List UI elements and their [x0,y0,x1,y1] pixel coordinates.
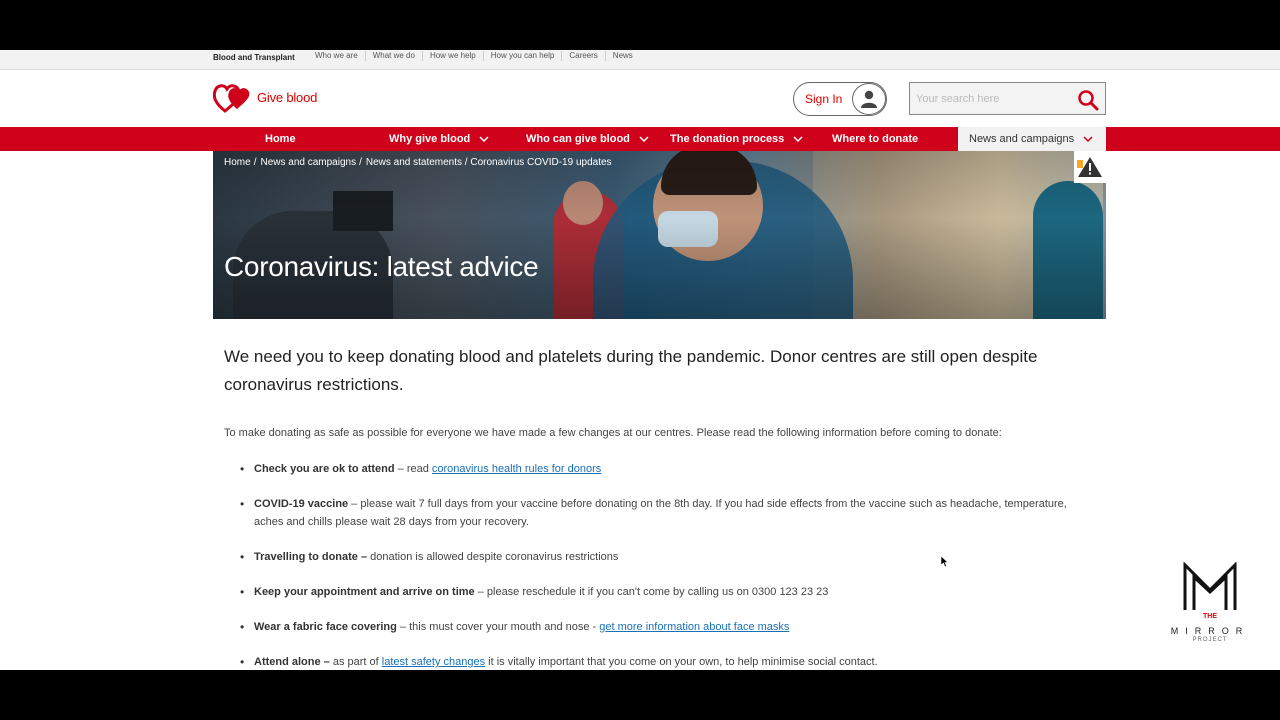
chevron-down-icon [639,136,649,142]
topbar-link-who-we-are[interactable]: Who we are [308,51,365,61]
point-title: COVID-19 vaccine [254,498,349,510]
search-icon[interactable] [1077,89,1099,116]
page-title: Coronavirus: latest advice [224,251,539,282]
mouse-cursor-icon [941,556,949,568]
nav-news-and-campaigns-label: News and campaigns [969,133,1075,145]
nav-home-label: Home [265,133,296,145]
intro-paragraph: To make donating as safe as possible for… [224,427,1002,439]
nav-donation-process[interactable]: The donation process [670,127,803,151]
list-item: Check you are ok to attend – read corona… [240,460,1080,478]
browser-viewport: Blood and Transplant Who we are What we … [0,50,1280,670]
safety-points-list: Check you are ok to attend – read corona… [240,460,1080,670]
chevron-down-icon [1083,136,1093,142]
topbar-brand[interactable]: Blood and Transplant [213,53,295,62]
topbar-link-what-we-do[interactable]: What we do [364,51,422,61]
topbar-link-how-you-can-help[interactable]: How you can help [482,51,562,61]
point-title: Wear a fabric face covering [254,621,397,633]
topbar-link-how-we-help[interactable]: How we help [421,51,483,61]
chevron-down-icon [479,136,489,142]
topbar-links: Who we are What we do How we help How yo… [308,50,640,61]
breadcrumb-home[interactable]: Home [224,157,251,168]
nav-donation-process-label: The donation process [670,133,785,145]
chevron-down-icon [793,136,803,142]
nav-who-can-give-blood[interactable]: Who can give blood [526,127,649,151]
watermark-the: THE [1203,613,1217,620]
sign-in-button[interactable]: Sign In [793,82,887,116]
search-input[interactable] [910,83,1070,114]
nav-why-give-blood[interactable]: Why give blood [389,127,489,151]
nav-where-to-donate[interactable]: Where to donate [832,127,918,151]
main-nav: Home Why give blood Who can give blood T… [0,127,1280,151]
give-blood-logo[interactable]: Give blood [213,81,317,113]
breadcrumb: Home / News and campaigns / News and state… [224,156,612,168]
breadcrumb-current: News and statements / Coronavirus COVID-… [365,156,612,168]
list-item: Travelling to donate – donation is allow… [240,548,1080,566]
safety-changes-link[interactable]: latest safety changes [382,656,485,668]
hero-image-shade [213,151,1106,319]
face-masks-link[interactable]: get more information about face masks [599,621,789,633]
health-rules-link[interactable]: coronavirus health rules for donors [432,463,601,475]
nav-news-and-campaigns[interactable]: News and campaigns [958,127,1106,151]
topbar-link-careers[interactable]: Careers [561,51,604,61]
list-item: Wear a fabric face covering – this must … [240,618,1080,636]
list-item: Attend alone – as part of latest safety … [240,653,1080,670]
mirror-project-watermark: THE MIRROR PROJECT [1162,562,1258,648]
hearts-logo-icon [213,84,250,113]
breadcrumb-news-and-campaigns[interactable]: News and campaigns [260,157,356,168]
alert-icon[interactable] [1074,151,1106,183]
nav-where-to-donate-label: Where to donate [832,133,919,145]
point-title: Travelling to donate – [254,551,368,563]
nav-home[interactable]: Home [265,127,296,151]
watermark-mirror: MIRROR [1170,626,1250,636]
list-item: Keep your appointment and arrive on time… [240,583,1080,601]
search-box [909,82,1106,115]
point-title: Attend alone – [254,656,330,668]
topbar-link-news[interactable]: News [604,51,640,61]
watermark-project: PROJECT [1192,637,1228,643]
nav-who-can-give-blood-label: Who can give blood [526,133,630,145]
logo-text: Give blood [257,89,318,105]
lead-paragraph: We need you to keep donating blood and p… [224,347,1038,394]
site-header: Give blood Sign In [0,71,1280,127]
point-title: Keep your appointment and arrive on time [254,586,475,598]
user-icon [852,83,886,115]
nav-why-give-blood-label: Why give blood [389,133,471,145]
mirror-logo-icon [1183,562,1237,610]
sign-in-label: Sign In [805,92,843,106]
corporate-topbar: Blood and Transplant Who we are What we … [0,50,1280,70]
hero-banner: Home / News and campaigns / News and state… [213,151,1106,319]
list-item: COVID-19 vaccine – please wait 7 full da… [240,495,1080,531]
point-title: Check you are ok to attend [254,463,395,475]
